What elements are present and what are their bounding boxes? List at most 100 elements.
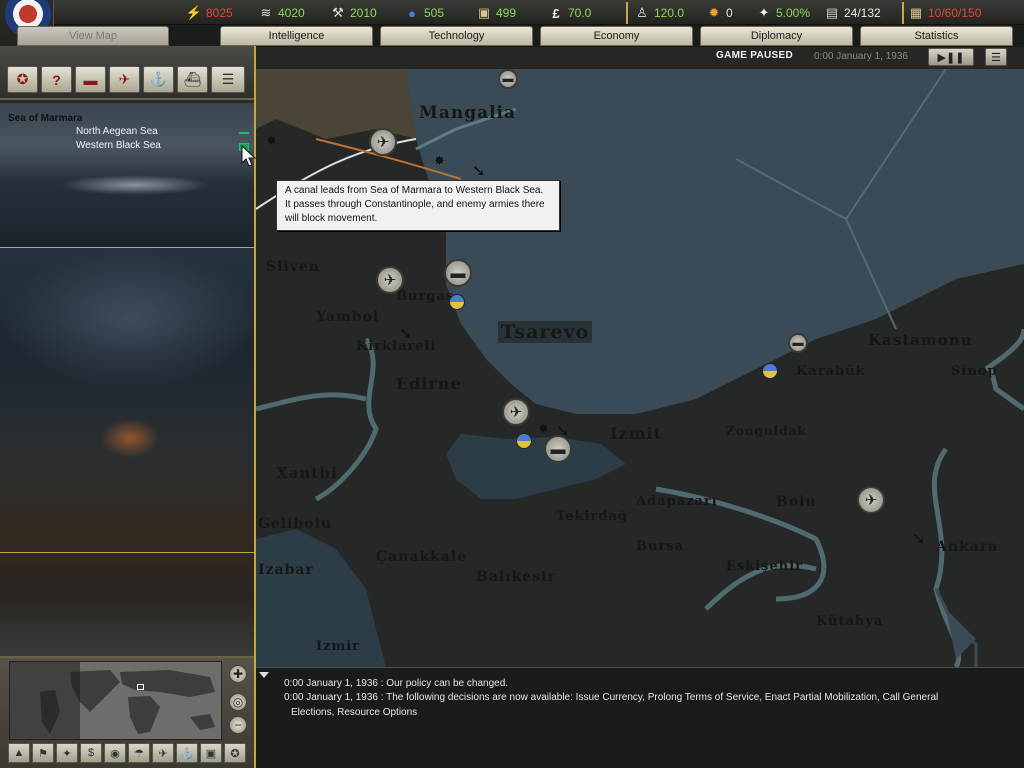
province-label: Burgas [396,289,455,304]
mouse-cursor-icon [241,145,257,167]
map-filter-supply[interactable]: ✦ [56,743,78,763]
transport-icon: ▤ [825,5,839,20]
minimap-night-shade [10,662,80,739]
flag-icon: ⚑ [38,747,48,760]
map-filter-political[interactable]: ⚑ [32,743,54,763]
sea-zone-info [0,103,254,248]
province-label: Tsarevo [498,321,593,343]
province-label: Sliven [266,259,320,275]
resource-money[interactable]: £ 70.0 [548,4,591,22]
ship-button[interactable]: ⛴ [177,66,208,93]
army-icon: ✪ [230,747,240,760]
minimap-viewport[interactable] [137,684,144,690]
menu-button[interactable]: ☰ [985,48,1007,66]
log-message: 0:00 January 1, 1936 : The following dec… [284,692,939,703]
rare-materials-icon: ⚒ [332,5,344,20]
resource-manpower[interactable]: ♙ 120.0 [634,4,684,22]
lightning-icon: ⚡ [185,5,203,20]
adjacent-sea-western-black[interactable]: Western Black Sea [76,140,161,151]
naval-unit-icon[interactable]: ▬ [444,259,472,287]
plane-icon: ✈ [158,747,168,760]
minus-icon: − [234,718,242,732]
help-button[interactable]: ? [41,66,72,93]
log-toggle-icon[interactable] [259,672,269,678]
world-map[interactable]: Mangalia Tsarevo Edirne Izmit Kastamonu Gelib… [256,69,1024,667]
plus-icon: ✚ [232,667,244,681]
resource-nuclear[interactable]: ✹ 0 [706,4,733,22]
province-label: Tekirdağ [556,509,628,524]
naval-unit-icon[interactable]: ▬ [498,69,518,89]
artwork-sky [0,248,254,388]
play-pause-button[interactable]: ▶❚❚ [928,48,974,66]
map-filter-air[interactable]: ✈ [152,743,174,763]
resource-transport[interactable]: ▤ 24/132 [824,4,881,22]
tab-diplomacy[interactable]: Diplomacy [700,26,853,46]
map-filter-army[interactable]: ✪ [224,743,246,763]
log-message: 0:00 January 1, 1936 : Our policy can be… [284,678,509,689]
weather-icon: ☂ [134,747,144,760]
map-filter-weather[interactable]: ☂ [128,743,150,763]
army-button[interactable]: ✪ [7,66,38,93]
province-label: Izabar [258,562,314,578]
anchor-icon: ⚓ [149,71,168,87]
province-label: Karabük [796,364,866,379]
menu-icon: ☰ [991,51,1001,64]
resource-rare-materials[interactable]: ⚒ 2010 [330,4,377,22]
resource-dissent[interactable]: ✦ 5.00% [756,4,810,22]
province-label: Eskişehir [726,559,804,574]
zoom-out-button[interactable]: − [229,716,247,734]
fort-icon: ✸ [434,153,445,168]
map-filter-terrain[interactable]: ▲ [8,743,30,763]
moonlight-reflection [60,175,210,195]
movement-arrow-icon: ➘ [912,531,926,548]
resource-supplies[interactable]: ▣ 499 [476,4,516,22]
map-terrain [256,69,1024,667]
center-button[interactable]: ◎ [229,693,247,711]
air-button[interactable]: ✈ [109,66,140,93]
map-filter-resources[interactable]: ◉ [104,743,126,763]
oil-drop-icon: ● [408,5,416,21]
nation-marker-icon[interactable] [516,433,532,449]
tab-statistics[interactable]: Statistics [860,26,1013,46]
air-unit-icon[interactable]: ✈ [376,266,404,294]
zoom-in-button[interactable]: ✚ [229,665,247,683]
supply-icon: ✦ [62,747,72,760]
air-unit-icon[interactable]: ✈ [857,486,885,514]
production-icon: ☰ [221,71,235,87]
nation-marker-icon[interactable] [449,294,465,310]
production-button[interactable]: ☰ [211,66,245,93]
air-unit-icon[interactable]: ✈ [369,128,397,156]
resource-divider [902,2,904,24]
naval-icon: ⚓ [180,747,194,760]
province-label: Kütahya [816,614,884,629]
province-label: Kirklareli [356,339,437,354]
map-filter-economy[interactable]: $ [80,743,102,763]
plane-icon: ✈ [118,71,131,87]
resource-metal[interactable]: ≋ 4020 [258,4,305,22]
movement-arrow-icon: ➘ [472,163,486,180]
nation-marker-icon[interactable] [762,363,778,379]
adjacent-sea-north-aegean[interactable]: North Aegean Sea [76,126,158,137]
map-filter-diplomatic[interactable]: ▣ [200,743,222,763]
resource-energy[interactable]: ⚡ 8025 [186,4,233,22]
artwork-panel [0,248,254,658]
dissent-icon: ✦ [758,5,770,20]
tab-economy[interactable]: Economy [540,26,693,46]
navy-button[interactable]: ⚓ [143,66,174,93]
tank-button[interactable]: ▬ [75,66,106,93]
tab-intelligence[interactable]: Intelligence [220,26,373,46]
naval-unit-icon[interactable]: ▬ [788,333,808,353]
minimap[interactable] [9,661,222,740]
resource-convoys[interactable]: ▦ 10/60/150 [908,4,982,22]
convoy-icon: ▦ [909,5,923,20]
resource-oil[interactable]: ● 505 [404,4,444,22]
tab-view-map[interactable]: View Map [17,26,169,46]
province-label: Adapazarı [636,494,718,509]
metal-icon: ≋ [260,5,272,20]
province-label: Zonguldak [726,424,807,438]
map-filter-naval[interactable]: ⚓ [176,743,198,763]
game-date: 0:00 January 1, 1936 [814,51,908,62]
tab-technology[interactable]: Technology [380,26,533,46]
province-label: Bursa [636,539,685,554]
air-unit-icon[interactable]: ✈ [502,398,530,426]
